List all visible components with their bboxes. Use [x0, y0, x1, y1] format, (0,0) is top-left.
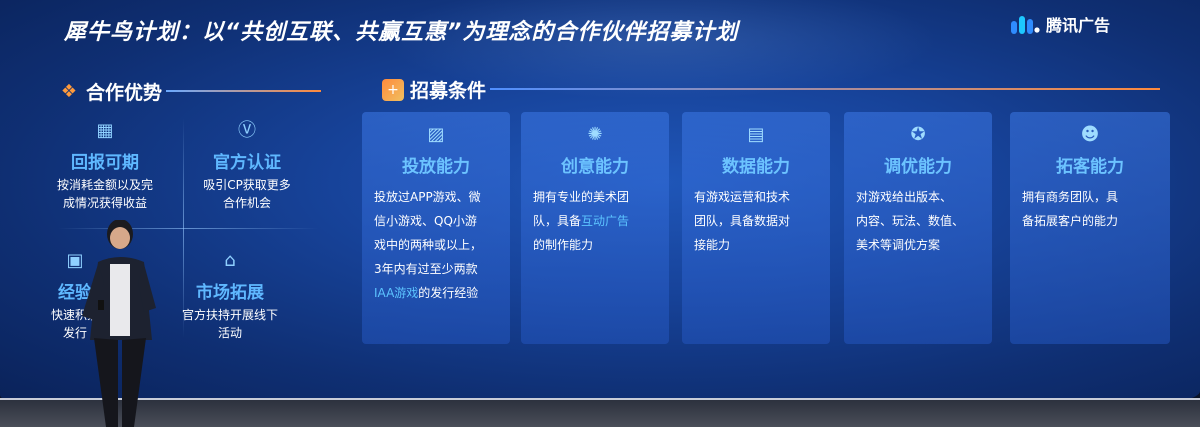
- advantage-title: 回报可期: [71, 153, 139, 173]
- requirement-title: 创意能力: [561, 157, 629, 177]
- requirement-desc: 有游戏运营和技术 团队，具备数据对 接能力: [682, 185, 830, 257]
- flag-icon: +: [382, 78, 404, 101]
- requirement-desc-line: 拥有专业的美术团: [533, 190, 630, 204]
- advantage-item: ▦ 回报可期 按消耗金额以及完 成情况获得收益: [30, 120, 180, 212]
- handshake-icon: ❖: [60, 81, 78, 102]
- requirement-card: ☻ 拓客能力 拥有商务团队，具 备拓展客户的能力: [1010, 112, 1170, 344]
- requirement-desc-line: 拥有商务团队，具: [1022, 190, 1119, 204]
- slide-title: 犀牛鸟计划：以“共创互联、共赢互惠”为理念的合作伙伴招募计划: [64, 20, 739, 45]
- advantage-desc-line: 合作机会: [222, 196, 271, 210]
- requirement-desc-line: 投放过APP游戏、微: [374, 190, 481, 204]
- calendar-icon: ▦: [96, 120, 114, 141]
- requirement-card: ✺ 创意能力 拥有专业的美术团 队，具备互动广告 的制作能力: [521, 112, 669, 344]
- desc-pre: 队，具备: [533, 214, 582, 228]
- advantages-heading: ❖ 合作优势: [58, 78, 162, 105]
- requirement-desc-line: 备拓展客户的能力: [1022, 214, 1119, 228]
- requirement-title: 调优能力: [884, 157, 952, 177]
- requirement-desc-line: 戏中的两种或以上，: [374, 238, 483, 252]
- requirement-desc-line: 接能力: [694, 238, 731, 252]
- badge-v-icon: Ⓥ: [238, 120, 256, 141]
- requirement-desc: 投放过APP游戏、微 信小游戏、QQ小游 戏中的两种或以上， 3年内有过至少两款…: [362, 185, 510, 305]
- requirements-heading-label: 招募条件: [410, 80, 487, 102]
- requirement-desc-line: 信小游戏、QQ小游: [374, 214, 477, 228]
- highlight-text: IAA游戏: [374, 286, 419, 300]
- requirement-desc: 拥有商务团队，具 备拓展客户的能力: [1010, 185, 1170, 233]
- team-icon: ☻: [1080, 124, 1100, 145]
- requirements-heading-line: [490, 88, 1160, 90]
- advantage-desc-line: 按消耗金额以及完: [56, 178, 153, 192]
- advantage-desc-line: 吸引CP获取更多: [203, 178, 291, 192]
- stage-edge-light: [0, 398, 1200, 400]
- requirement-desc-line: 内容、玩法、数值、: [856, 214, 965, 228]
- requirement-desc-line: 对游戏给出版本、: [856, 190, 953, 204]
- highlight-text: 互动广告: [581, 214, 630, 228]
- requirement-card: ✪ 调优能力 对游戏给出版本、 内容、玩法、数值、 美术等调优方案: [844, 112, 992, 344]
- requirement-desc: 对游戏给出版本、 内容、玩法、数值、 美术等调优方案: [844, 185, 992, 257]
- desc-tail: 的发行经验: [418, 286, 479, 300]
- advantage-desc-line: 活动: [217, 326, 242, 340]
- requirement-desc-line: 3年内有过至少两款: [374, 262, 478, 276]
- advantage-desc-line: 成情况获得收益: [62, 196, 147, 210]
- chart-icon: ▤: [747, 124, 765, 145]
- requirement-desc-line: 有游戏运营和技术: [694, 190, 791, 204]
- presentation-screen: 犀牛鸟计划：以“共创互联、共赢互惠”为理念的合作伙伴招募计划 腾讯广告 ❖ 合作…: [0, 0, 1200, 405]
- requirement-desc: 拥有专业的美术团 队，具备互动广告 的制作能力: [521, 185, 669, 257]
- requirements-heading: + 招募条件: [382, 76, 486, 103]
- stage-floor: [0, 398, 1200, 427]
- requirement-desc-line: IAA游戏的发行经验: [374, 281, 498, 305]
- advantage-item: Ⓥ 官方认证 吸引CP获取更多 合作机会: [172, 120, 322, 212]
- requirement-desc-line: 的制作能力: [533, 238, 594, 252]
- advantage-desc-line: 官方扶持开展线下: [181, 308, 278, 322]
- requirement-title: 拓客能力: [1056, 157, 1124, 177]
- advantages-heading-label: 合作优势: [86, 82, 163, 104]
- tencent-ads-logo: 腾讯广告: [1010, 12, 1110, 36]
- store-icon: ⌂: [224, 250, 236, 271]
- award-icon: ✪: [910, 124, 926, 145]
- presenter-figure: [82, 220, 156, 427]
- logo-text: 腾讯广告: [1046, 16, 1111, 35]
- requirement-desc-line: 队，具备互动广告: [533, 209, 657, 233]
- requirement-card: ▤ 数据能力 有游戏运营和技术 团队，具备数据对 接能力: [682, 112, 830, 344]
- advantage-title: 官方认证: [213, 153, 281, 173]
- advantages-heading-line: [166, 90, 321, 92]
- image-icon: ▨: [427, 124, 445, 145]
- requirement-title: 数据能力: [722, 157, 790, 177]
- requirement-desc-line: 团队，具备数据对: [694, 214, 791, 228]
- lightbulb-icon: ✺: [587, 124, 603, 145]
- advantage-item: ⌂ 市场拓展 官方扶持开展线下 活动: [155, 250, 305, 342]
- requirement-card: ▨ 投放能力 投放过APP游戏、微 信小游戏、QQ小游 戏中的两种或以上， 3年…: [362, 112, 510, 344]
- requirement-title: 投放能力: [402, 157, 470, 177]
- advantage-title: 市场拓展: [196, 283, 264, 303]
- logo-mark-icon: [1011, 16, 1040, 34]
- requirement-desc-line: 美术等调优方案: [856, 238, 941, 252]
